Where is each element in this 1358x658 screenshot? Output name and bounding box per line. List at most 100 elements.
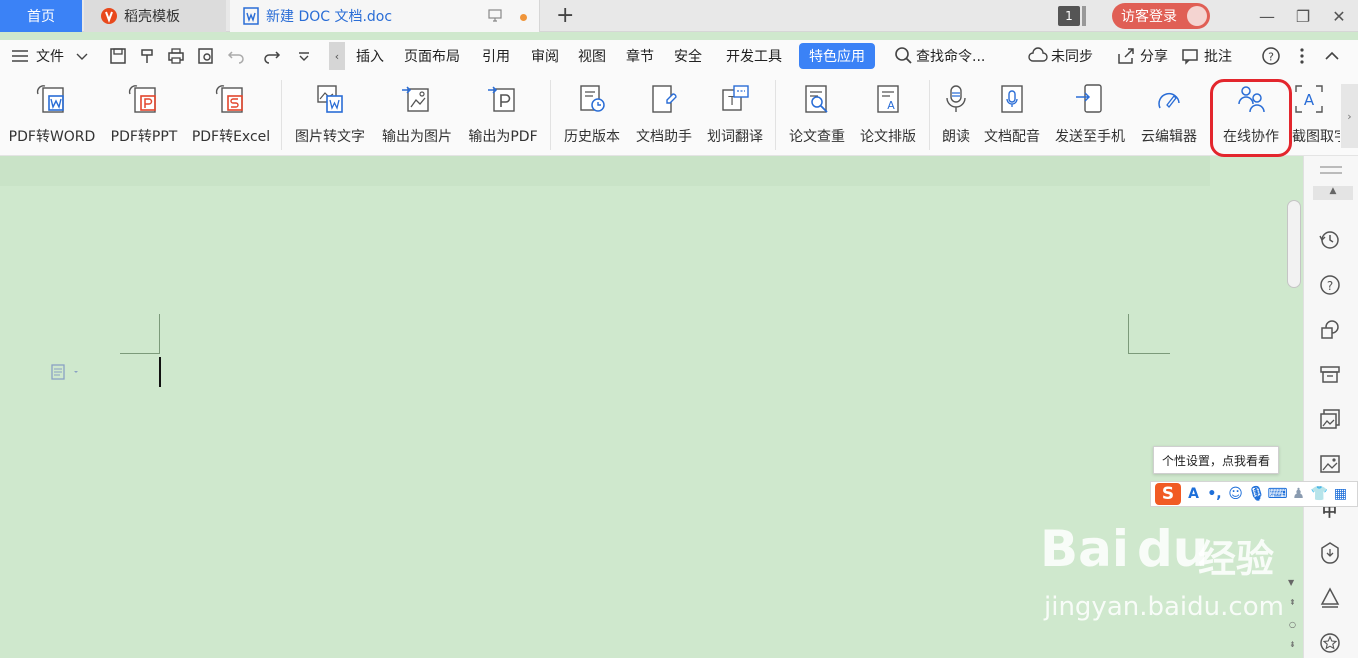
scrollbar-thumb[interactable] [1287, 200, 1301, 288]
read-aloud-button[interactable]: 朗读 [936, 80, 976, 150]
history-version-button[interactable]: 历史版本 [560, 80, 624, 150]
menu-bar: 文件 ‹ 插入 页面布局 引用 审阅 视图 章节 安全 开发工具 特色应用 查找… [0, 40, 1358, 72]
panel-grip-icon[interactable] [1320, 166, 1342, 168]
translate-button[interactable]: T 划词翻译 [703, 80, 767, 150]
menu-references[interactable]: 引用 [482, 46, 510, 66]
screenshot-text-button[interactable]: A 截图取字 [1292, 80, 1340, 150]
share-button[interactable]: 分享 [1140, 46, 1168, 66]
doc-voice-button[interactable]: 文档配音 [980, 80, 1044, 150]
toolbox-grid-icon[interactable]: ▦ [1332, 486, 1349, 503]
user-icon[interactable]: ♟ [1290, 486, 1307, 503]
paper-layout-icon: A [871, 82, 905, 116]
image-gallery-icon[interactable] [1317, 406, 1343, 432]
emoji-icon[interactable]: ☺ [1227, 486, 1244, 503]
menu-scroll-left-icon[interactable]: ‹ [329, 42, 345, 70]
pdf-to-ppt-icon [127, 82, 161, 116]
title-bar: 首页 稻壳模板 新建 DOC 文档.doc + 1 访客登录 — ❐ ✕ [0, 0, 1358, 32]
menu-special-apps[interactable]: 特色应用 [799, 43, 875, 69]
margin-corner-tr [1128, 353, 1170, 354]
shield-icon[interactable] [1317, 540, 1343, 566]
export-pdf-button[interactable]: 输出为PDF [465, 80, 541, 150]
cloud-editor-icon [1152, 82, 1186, 116]
paper-layout-button[interactable]: A 论文排版 [856, 80, 920, 150]
print-icon[interactable] [166, 46, 186, 66]
paragraph-layout-icon[interactable] [50, 364, 80, 380]
image-icon[interactable] [1317, 451, 1343, 477]
print-preview-icon[interactable] [196, 46, 216, 66]
help-circle-icon[interactable]: ? [1317, 272, 1343, 298]
panel-collapse-icon[interactable]: ▲ [1313, 186, 1353, 200]
keyboard-icon[interactable]: ⌨ [1267, 486, 1287, 503]
tab-template-label: 稻壳模板 [124, 9, 180, 25]
star-badge-icon[interactable] [1317, 630, 1343, 656]
export-image-button[interactable]: 输出为图片 [378, 80, 456, 150]
comment-button[interactable]: 批注 [1204, 46, 1232, 66]
cloud-sync-icon[interactable] [1028, 46, 1048, 66]
ribbon-separator [550, 80, 551, 150]
menu-developer[interactable]: 开发工具 [726, 46, 782, 66]
chevron-down-icon[interactable] [72, 46, 92, 66]
search-icon[interactable] [894, 46, 914, 66]
text-triangle-icon[interactable] [1317, 585, 1343, 611]
command-search[interactable]: 查找命令... [916, 46, 985, 66]
redo-icon[interactable] [262, 46, 282, 66]
microphone-icon[interactable]: 🎙 [1248, 486, 1266, 503]
comment-icon[interactable] [1180, 46, 1200, 66]
doc-assistant-button[interactable]: 文档助手 [632, 80, 696, 150]
cloud-editor-button[interactable]: 云编辑器 [1137, 80, 1201, 150]
word-doc-icon [242, 7, 260, 25]
save-icon[interactable] [108, 46, 128, 66]
watermark-url: jingyan.baidu.com [1044, 592, 1284, 622]
page-select-icon[interactable]: ○ [1289, 620, 1296, 629]
menu-view[interactable]: 视图 [578, 46, 606, 66]
menu-review[interactable]: 审阅 [531, 46, 559, 66]
close-icon[interactable]: ✕ [1327, 4, 1351, 28]
file-menu[interactable]: 文件 [36, 46, 64, 66]
pdf-to-word-button[interactable]: PDF转WORD [6, 80, 98, 150]
sync-status[interactable]: 未同步 [1051, 46, 1093, 66]
minimize-icon[interactable]: — [1255, 4, 1279, 28]
help-icon[interactable]: ? [1261, 46, 1281, 66]
send-to-phone-button[interactable]: 发送至手机 [1052, 80, 1128, 150]
archive-icon[interactable] [1317, 361, 1343, 387]
pdf-to-excel-button[interactable]: PDF转Excel [190, 80, 272, 150]
plagiarism-check-button[interactable]: 论文查重 [785, 80, 849, 150]
tab-template[interactable]: 稻壳模板 [84, 0, 226, 32]
menu-insert[interactable]: 插入 [356, 46, 384, 66]
svg-text:A: A [887, 99, 895, 112]
customize-toolbar-icon[interactable] [294, 46, 314, 66]
history-icon[interactable] [1317, 227, 1343, 253]
watermark-brand: Bai [1040, 520, 1129, 578]
restore-icon[interactable]: ❐ [1291, 4, 1315, 28]
pdf-to-word-label: PDF转WORD [8, 129, 96, 145]
ribbon-scroll-right-icon[interactable]: › [1341, 84, 1358, 148]
new-tab-button[interactable]: + [556, 3, 574, 28]
menu-section[interactable]: 章节 [626, 46, 654, 66]
margin-corner-tl [159, 314, 160, 354]
hamburger-menu-icon[interactable] [10, 46, 30, 66]
tab-document[interactable]: 新建 DOC 文档.doc [230, 0, 540, 32]
more-options-icon[interactable] [1292, 46, 1312, 66]
next-page-icon[interactable]: ⇟ [1289, 640, 1296, 649]
guest-login-button[interactable]: 访客登录 [1112, 3, 1210, 29]
sogou-logo-icon[interactable]: S [1155, 483, 1181, 505]
skin-shirt-icon[interactable]: 👕 [1311, 486, 1328, 503]
paper-layout-label: 论文排版 [860, 129, 916, 145]
prev-page-icon[interactable]: ⇞ [1289, 598, 1296, 607]
collapse-ribbon-icon[interactable] [1322, 46, 1342, 66]
share-icon[interactable] [1116, 46, 1136, 66]
shapes-icon[interactable] [1317, 316, 1343, 342]
menu-security[interactable]: 安全 [674, 46, 702, 66]
image-to-text-button[interactable]: 图片转文字 [291, 80, 369, 150]
desktop-icon[interactable] [488, 8, 502, 26]
undo-icon[interactable] [226, 46, 246, 66]
punctuation-icon[interactable]: •, [1206, 486, 1223, 503]
menu-page-layout[interactable]: 页面布局 [404, 46, 460, 66]
ime-tooltip[interactable]: 个性设置，点我看看 [1153, 446, 1279, 474]
pdf-to-word-icon [35, 82, 69, 116]
window-count-badge[interactable]: 1 [1058, 6, 1080, 26]
font-a-icon[interactable]: A [1185, 486, 1202, 503]
format-painter-icon[interactable] [138, 46, 158, 66]
tab-home[interactable]: 首页 [0, 0, 82, 32]
pdf-to-ppt-button[interactable]: PDF转PPT [108, 80, 180, 150]
